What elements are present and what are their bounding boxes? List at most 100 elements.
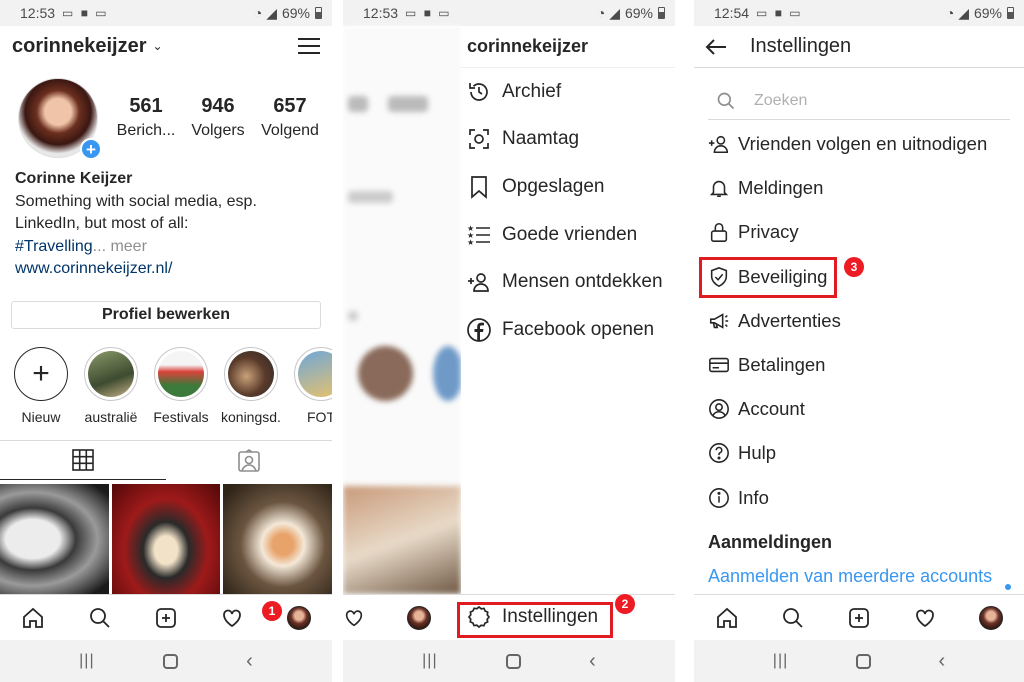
home-button-icon[interactable] xyxy=(505,653,521,669)
drawer-username: corinnekeijzer xyxy=(461,26,675,68)
settings-search xyxy=(708,82,1010,120)
menu-item-archive[interactable]: Archief xyxy=(461,68,675,116)
more-link[interactable]: ... meer xyxy=(93,238,147,255)
add-story-icon[interactable]: + xyxy=(80,138,102,160)
settings-item-privacy[interactable]: Privacy xyxy=(708,210,1024,254)
tab-grid[interactable] xyxy=(0,441,166,480)
settings-item-ads[interactable]: Advertenties xyxy=(708,299,1024,343)
highlight-item[interactable]: Festivals xyxy=(151,347,211,425)
svg-text:★: ★ xyxy=(467,238,474,247)
search-input[interactable] xyxy=(754,91,954,110)
multi-account-login-link[interactable]: Aanmelden van meerdere accounts xyxy=(708,566,992,587)
bottom-navigation xyxy=(694,594,1024,640)
wifi-signal-icon: ◔ ◢ xyxy=(253,4,277,21)
back-icon[interactable]: ‹ xyxy=(246,650,253,673)
stat-label: Volgers xyxy=(191,122,245,139)
heart-icon[interactable] xyxy=(343,607,365,629)
hashtag-link[interactable]: #Travelling xyxy=(15,238,93,255)
bio-line: #Travelling... meer xyxy=(15,236,324,259)
home-button-icon[interactable] xyxy=(855,653,871,669)
wifi-signal-icon: ◔ ◢ xyxy=(945,4,969,21)
settings-item-help[interactable]: Hulp xyxy=(708,431,1024,475)
back-arrow-icon[interactable] xyxy=(704,35,728,59)
search-icon[interactable] xyxy=(781,606,805,630)
home-button-icon[interactable] xyxy=(162,653,178,669)
back-icon[interactable]: ‹ xyxy=(938,650,945,673)
megaphone-icon xyxy=(709,313,729,329)
status-right: ◔ ◢ 69% xyxy=(254,5,322,22)
status-time: 12:54 xyxy=(714,5,750,21)
highlight-item[interactable]: FOT xyxy=(291,347,332,425)
settings-item-account[interactable]: Account xyxy=(708,387,1024,431)
profile-screen: 12:53 ▭ ■ ▭ ◔ ◢ 69% corinnekeijzer ⌄ + 5… xyxy=(0,0,332,682)
account-switcher[interactable]: corinnekeijzer xyxy=(12,35,147,58)
stat-posts[interactable]: 561 Berich... xyxy=(113,95,179,140)
battery-icon xyxy=(1007,7,1014,19)
hamburger-menu-icon[interactable] xyxy=(298,33,320,59)
tab-tagged[interactable] xyxy=(166,441,332,480)
status-right: ◔ ◢ 69% xyxy=(946,5,1014,22)
profile-tab-avatar[interactable] xyxy=(286,605,311,630)
highlight-label: Nieuw xyxy=(21,409,61,425)
stat-label: Berich... xyxy=(116,122,176,139)
recent-apps-icon[interactable]: ||| xyxy=(79,652,94,670)
highlight-item[interactable]: koningsd... xyxy=(221,347,281,425)
step-badge: 1 xyxy=(262,601,282,621)
battery-percent: 69% xyxy=(973,5,1002,21)
status-time: 12:53 xyxy=(363,5,399,21)
menu-item-nametag[interactable]: Naamtag xyxy=(461,116,675,164)
heart-icon[interactable] xyxy=(220,606,244,630)
highlight-new[interactable]: + Nieuw xyxy=(11,347,71,425)
menu-item-close-friends[interactable]: ★ ★ ★ Goede vrienden xyxy=(461,211,675,259)
stat-followers[interactable]: 946 Volgers xyxy=(185,95,251,140)
heart-icon[interactable] xyxy=(913,606,937,630)
page-title: Instellingen xyxy=(750,35,852,57)
new-post-icon[interactable] xyxy=(154,606,178,630)
recent-apps-icon[interactable]: ||| xyxy=(773,652,788,670)
stat-value: 657 xyxy=(273,95,307,117)
photo-thumbnail[interactable] xyxy=(0,484,109,594)
highlight-box xyxy=(457,602,613,638)
highlight-box xyxy=(699,257,837,298)
website-link[interactable]: www.corinnekeijzer.nl/ xyxy=(15,258,324,281)
home-icon[interactable] xyxy=(21,606,45,630)
stat-following[interactable]: 657 Volgend xyxy=(257,95,323,140)
settings-item-info[interactable]: Info xyxy=(708,476,1024,520)
highlight-item[interactable]: australië xyxy=(81,347,141,425)
menu-label: Opgeslagen xyxy=(502,175,605,197)
menu-item-discover-people[interactable]: Mensen ontdekken xyxy=(461,258,675,306)
menu-item-saved[interactable]: Opgeslagen xyxy=(461,163,675,211)
settings-item-follow-invite[interactable]: Vrienden volgen en uitnodigen xyxy=(708,122,1024,166)
settings-label: Info xyxy=(738,486,769,508)
side-drawer: corinnekeijzer Archief Naamtag Opgeslage… xyxy=(461,26,675,594)
back-icon[interactable]: ‹ xyxy=(589,650,596,673)
add-person-icon xyxy=(708,135,729,154)
menu-item-facebook[interactable]: Facebook openen xyxy=(461,306,675,354)
settings-item-payments[interactable]: Betalingen xyxy=(708,343,1024,387)
status-bar: 12:53 ▭ ■ ▭ ◔ ◢ 69% xyxy=(0,0,332,26)
stat-value: 946 xyxy=(201,95,235,117)
home-icon[interactable] xyxy=(715,606,739,630)
battery-icon xyxy=(315,7,322,19)
battery-icon xyxy=(658,7,665,19)
bell-icon xyxy=(709,181,729,198)
bottom-navigation xyxy=(0,594,332,640)
facebook-icon xyxy=(467,317,491,342)
search-icon[interactable] xyxy=(88,606,112,630)
new-post-icon[interactable] xyxy=(847,606,871,630)
profile-header: corinnekeijzer ⌄ xyxy=(0,26,332,66)
edit-profile-button[interactable]: Profiel bewerken xyxy=(11,301,321,329)
profile-tab-avatar[interactable] xyxy=(979,605,1003,630)
bio-line: LinkedIn, but most of all: xyxy=(15,215,189,233)
status-time: 12:53 xyxy=(20,5,56,21)
profile-tab-avatar[interactable] xyxy=(407,605,431,630)
notification-icons: ▭ ■ ▭ xyxy=(62,6,109,20)
photo-thumbnail[interactable] xyxy=(223,484,332,594)
settings-list: Vrienden volgen en uitnodigen Meldingen … xyxy=(708,122,1024,520)
section-heading: Aanmeldingen xyxy=(708,532,833,552)
chevron-down-icon[interactable]: ⌄ xyxy=(153,39,163,53)
settings-item-notifications[interactable]: Meldingen xyxy=(708,166,1024,210)
photo-thumbnail[interactable] xyxy=(111,484,221,594)
help-icon xyxy=(709,443,729,464)
recent-apps-icon[interactable]: ||| xyxy=(422,652,437,670)
